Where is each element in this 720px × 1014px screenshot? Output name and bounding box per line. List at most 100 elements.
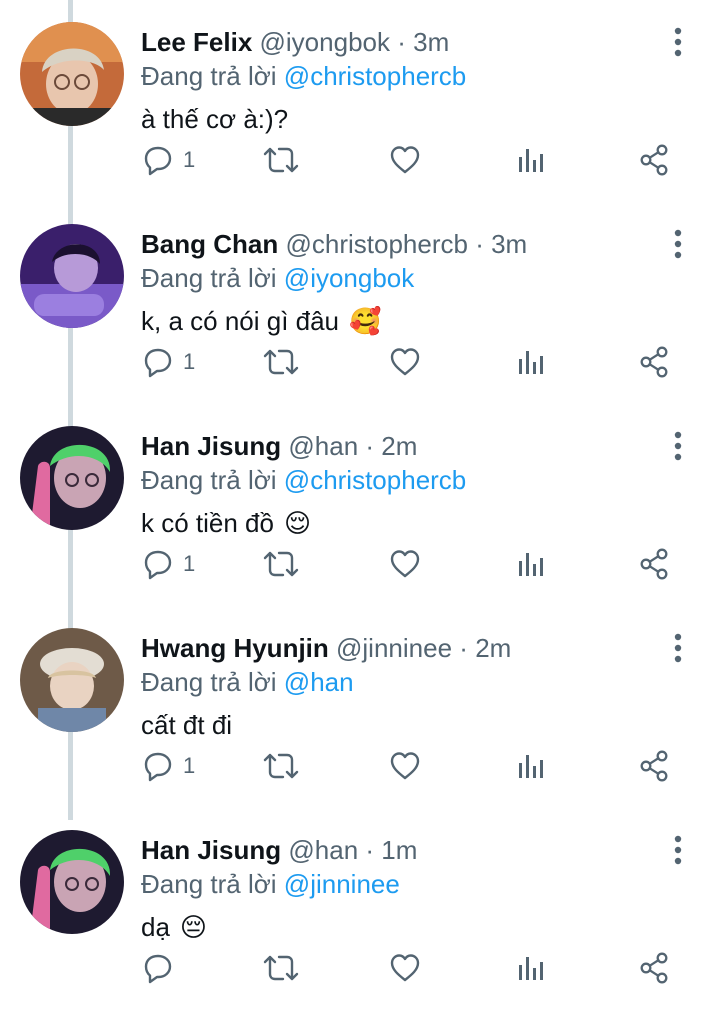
more-options-button[interactable] (667, 27, 689, 57)
avatar[interactable] (20, 628, 124, 732)
like-button[interactable] (388, 542, 422, 586)
retweet-button[interactable] (262, 744, 300, 788)
tweet-actions: 1 (0, 542, 720, 586)
retweet-button[interactable] (262, 340, 300, 384)
more-options-button[interactable] (667, 835, 689, 865)
reply-button[interactable]: 1 (141, 542, 195, 586)
author-handle[interactable]: @christophercb (285, 229, 467, 259)
tweet-actions: 1 (0, 340, 720, 384)
author-handle[interactable]: @han (288, 431, 358, 461)
like-button[interactable] (388, 946, 422, 990)
replying-to-label: Đang trả lời (141, 869, 277, 899)
share-icon (640, 144, 668, 176)
timestamp[interactable]: 1m (381, 835, 417, 865)
share-icon (640, 952, 668, 984)
avatar[interactable] (20, 830, 124, 934)
stats-icon (519, 351, 543, 374)
tweet-text-content: dạ (141, 912, 170, 942)
like-button[interactable] (388, 138, 422, 182)
tweet[interactable]: Bang Chan @christophercb · 3m Đang trả l… (0, 202, 720, 404)
stats-icon (519, 553, 543, 576)
tweet[interactable]: Han Jisung @han · 2m Đang trả lời @chris… (0, 404, 720, 606)
replying-to-mention[interactable]: @christophercb (284, 61, 466, 91)
retweet-button[interactable] (262, 946, 300, 990)
reply-icon (144, 954, 172, 984)
more-icon (674, 229, 682, 259)
tweet-text-content: à thế cơ à:)? (141, 104, 289, 134)
tweet[interactable]: Lee Felix @iyongbok · 3m Đang trả lời @c… (0, 0, 720, 202)
share-icon (640, 346, 668, 378)
separator-dot: · (397, 27, 406, 57)
like-icon (390, 954, 420, 982)
author-handle[interactable]: @jinninee (336, 633, 452, 663)
replying-to: Đang trả lời @jinninee (141, 867, 400, 901)
timestamp[interactable]: 3m (413, 27, 449, 57)
tweet-text-content: k, a có nói gì đâu (141, 306, 340, 336)
like-icon (390, 146, 420, 174)
views-button[interactable] (516, 946, 546, 990)
more-icon (674, 633, 682, 663)
author-name[interactable]: Han Jisung (141, 431, 281, 461)
replying-to-mention[interactable]: @jinninee (284, 869, 400, 899)
like-icon (390, 348, 420, 376)
share-button[interactable] (638, 542, 670, 586)
stats-icon (519, 755, 543, 778)
reply-button[interactable] (141, 946, 183, 990)
tweet-emoji: 🥰 (349, 306, 382, 336)
reply-button[interactable]: 1 (141, 744, 195, 788)
views-button[interactable] (516, 542, 546, 586)
separator-dot: · (459, 633, 468, 663)
author-name[interactable]: Hwang Hyunjin (141, 633, 329, 663)
more-options-button[interactable] (667, 229, 689, 259)
like-icon (390, 550, 420, 578)
reply-count: 1 (183, 349, 196, 374)
tweet-header: Bang Chan @christophercb · 3m (141, 227, 527, 261)
views-button[interactable] (516, 138, 546, 182)
separator-dot: · (365, 431, 375, 461)
reply-button[interactable]: 1 (141, 340, 195, 384)
share-button[interactable] (638, 340, 670, 384)
tweet-text-content: k có tiền đồ (141, 508, 274, 538)
retweet-button[interactable] (262, 542, 300, 586)
replying-to: Đang trả lời @iyongbok (141, 261, 414, 295)
timestamp[interactable]: 2m (475, 633, 511, 663)
tweet-text: k có tiền đồ 😌 (141, 506, 311, 540)
timestamp[interactable]: 3m (491, 229, 527, 259)
retweet-icon (263, 349, 299, 375)
more-icon (674, 431, 682, 461)
reply-icon (144, 146, 172, 176)
views-button[interactable] (516, 340, 546, 384)
retweet-button[interactable] (262, 138, 300, 182)
tweet[interactable]: Han Jisung @han · 1m Đang trả lời @jinni… (0, 808, 720, 1010)
share-button[interactable] (638, 138, 670, 182)
like-button[interactable] (388, 744, 422, 788)
tweet-text: k, a có nói gì đâu 🥰 (141, 304, 381, 338)
share-button[interactable] (638, 946, 670, 990)
share-button[interactable] (638, 744, 670, 788)
tweet-header: Lee Felix @iyongbok · 3m (141, 25, 449, 59)
more-options-button[interactable] (667, 431, 689, 461)
reply-button[interactable]: 1 (141, 138, 195, 182)
stats-icon (519, 149, 543, 172)
share-icon (640, 548, 668, 580)
author-handle[interactable]: @iyongbok (260, 27, 390, 57)
like-icon (390, 752, 420, 780)
replying-to-mention[interactable]: @iyongbok (284, 263, 414, 293)
avatar[interactable] (20, 22, 124, 126)
avatar[interactable] (20, 426, 124, 530)
author-name[interactable]: Han Jisung (141, 835, 281, 865)
views-button[interactable] (516, 744, 546, 788)
tweet[interactable]: Hwang Hyunjin @jinninee · 2m Đang trả lờ… (0, 606, 720, 808)
avatar[interactable] (20, 224, 124, 328)
more-options-button[interactable] (667, 633, 689, 663)
tweet-emoji: 😔 (179, 912, 208, 942)
replying-to-mention[interactable]: @christophercb (284, 465, 466, 495)
retweet-icon (263, 551, 299, 577)
like-button[interactable] (388, 340, 422, 384)
author-name[interactable]: Bang Chan (141, 229, 278, 259)
replying-to-mention[interactable]: @han (284, 667, 354, 697)
timestamp[interactable]: 2m (381, 431, 417, 461)
tweet-actions: 1 (0, 138, 720, 182)
author-name[interactable]: Lee Felix (141, 27, 252, 57)
author-handle[interactable]: @han (288, 835, 358, 865)
